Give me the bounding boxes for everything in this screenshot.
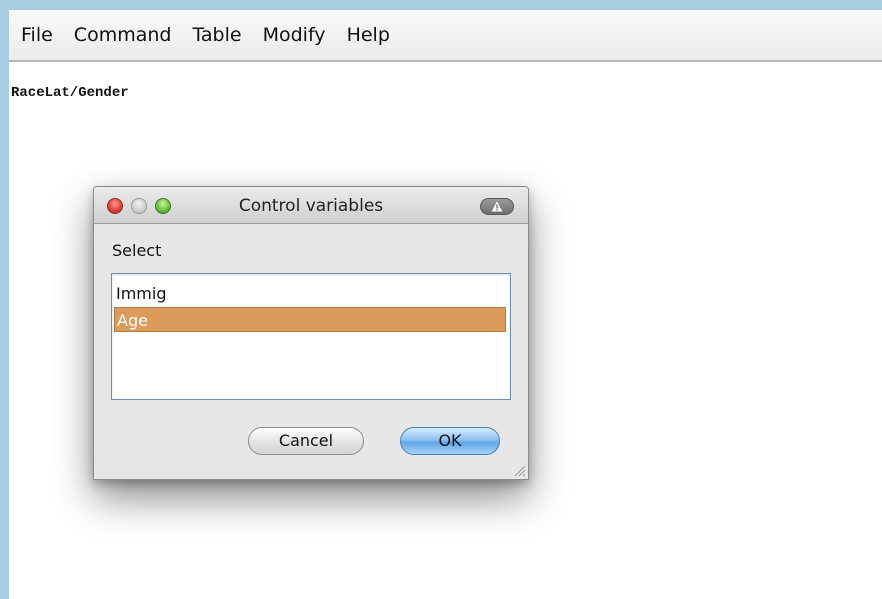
menu-help[interactable]: Help xyxy=(336,10,400,60)
document-text: RaceLat/Gender xyxy=(11,85,129,101)
select-label: Select xyxy=(112,241,162,260)
dialog-title: Control variables xyxy=(238,196,384,216)
list-item-immig[interactable]: Immig xyxy=(114,281,506,306)
dialog-titlebar[interactable]: Control variables xyxy=(94,187,528,224)
menu-modify[interactable]: Modify xyxy=(252,10,336,60)
menu-bar: File Command Table Modify Help xyxy=(9,10,882,62)
menu-table[interactable]: Table xyxy=(181,10,251,60)
warning-icon[interactable] xyxy=(480,198,514,215)
variables-listbox[interactable]: Immig Age xyxy=(111,273,511,400)
menu-file[interactable]: File xyxy=(9,10,63,60)
resize-grip-icon[interactable] xyxy=(512,463,526,477)
menu-command[interactable]: Command xyxy=(63,10,182,60)
list-item-age[interactable]: Age xyxy=(114,307,506,332)
cancel-button[interactable]: Cancel xyxy=(248,427,364,455)
ok-button[interactable]: OK xyxy=(400,427,500,455)
control-variables-dialog: Control variables Select Immig Age Cance… xyxy=(93,186,529,480)
